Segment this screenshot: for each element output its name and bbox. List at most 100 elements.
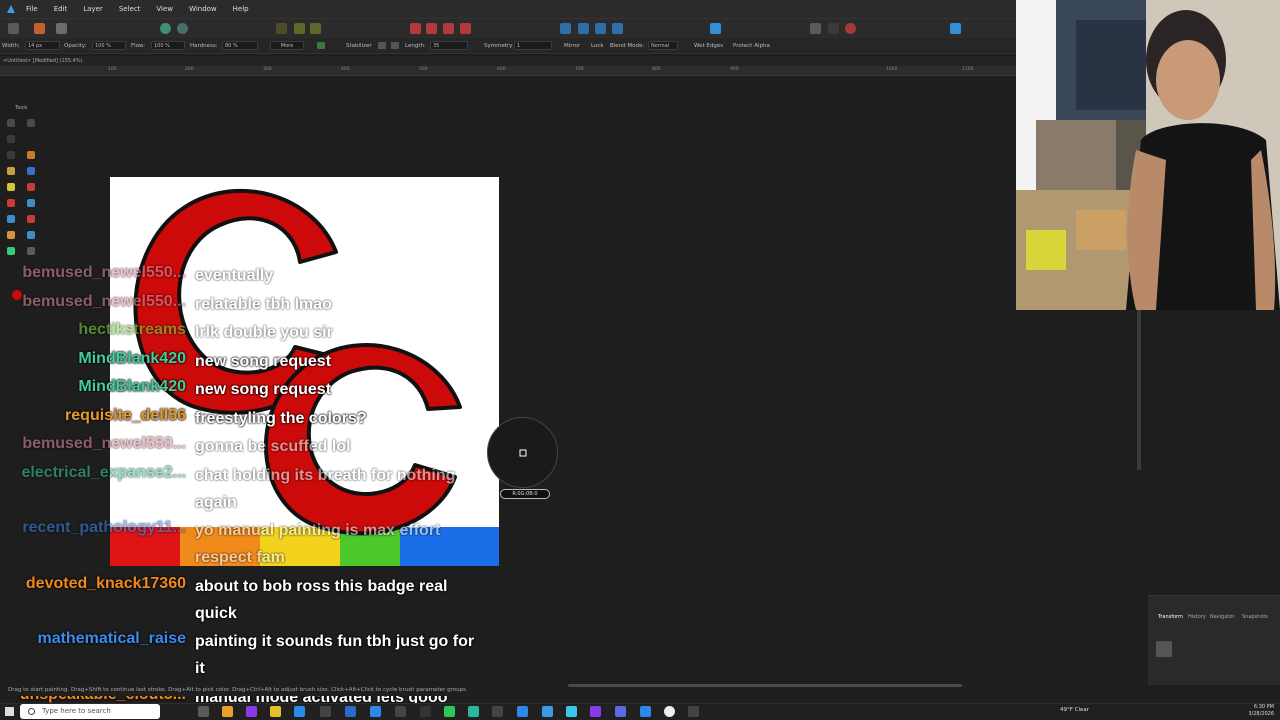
rotate-left-icon[interactable] <box>595 23 606 34</box>
symmetry-label[interactable]: Symmetry <box>484 43 513 49</box>
pixel-persona-icon[interactable] <box>34 23 45 34</box>
layer-down-icon[interactable] <box>443 23 454 34</box>
lock-label[interactable]: Lock <box>591 43 604 49</box>
protect-alpha-toggle[interactable]: Protect Alpha <box>733 43 770 49</box>
menu-window[interactable]: Window <box>189 5 217 13</box>
weather-widget[interactable]: 49°F Clear <box>1060 707 1089 713</box>
color-picker-icon[interactable] <box>27 247 35 255</box>
flip-v-icon[interactable] <box>578 23 589 34</box>
app-icon-4[interactable] <box>420 706 431 717</box>
anchor-icon[interactable] <box>1156 641 1172 657</box>
app-icon-5[interactable] <box>444 706 455 717</box>
chat-text: lrlk double you sir <box>195 324 333 341</box>
export-persona-icon[interactable] <box>56 23 67 34</box>
layer-up-icon[interactable] <box>426 23 437 34</box>
edge-icon[interactable] <box>294 706 305 717</box>
assistant-icon[interactable] <box>710 23 721 34</box>
tab-history[interactable]: History <box>1188 614 1206 620</box>
menu-help[interactable]: Help <box>233 5 249 13</box>
app-icon-12[interactable] <box>640 706 651 717</box>
move-tool-icon[interactable] <box>7 119 15 127</box>
app-icon-8[interactable] <box>517 706 528 717</box>
gear-icon[interactable] <box>177 23 188 34</box>
align-icon[interactable] <box>276 23 287 34</box>
clone-tool-icon[interactable] <box>7 231 15 239</box>
steam-icon[interactable] <box>688 706 699 717</box>
horizontal-scrollbar[interactable] <box>568 684 962 687</box>
task-view-icon[interactable] <box>198 706 209 717</box>
brush-icon[interactable] <box>317 42 325 49</box>
erase-tool-icon[interactable] <box>27 199 35 207</box>
tab-snapshots[interactable]: Snapshots <box>1242 614 1268 620</box>
discord-icon[interactable] <box>615 706 626 717</box>
app-icon-11[interactable] <box>590 706 601 717</box>
menu-select[interactable]: Select <box>119 5 141 13</box>
chat-text: about to bob ross this badge real quick <box>195 577 448 622</box>
menu-edit[interactable]: Edit <box>54 5 68 13</box>
more-button[interactable]: More <box>270 41 304 50</box>
taskbar-search[interactable]: Type here to search <box>20 704 160 719</box>
pen-tool-icon[interactable] <box>7 247 15 255</box>
vertical-scrollbar[interactable] <box>1137 310 1141 470</box>
ruler-tick-label: 1100 <box>962 67 974 72</box>
app-logo-icon[interactable] <box>4 2 18 16</box>
burn-tool-icon[interactable] <box>27 215 35 223</box>
folder-icon[interactable] <box>270 706 281 717</box>
wet-edges-toggle[interactable]: Wet Edges <box>694 43 723 49</box>
app-icon-9[interactable] <box>542 706 553 717</box>
chrome-icon[interactable] <box>222 706 233 717</box>
rotate-right-icon[interactable] <box>612 23 623 34</box>
start-icon[interactable] <box>5 707 14 716</box>
width-field[interactable]: 14 px <box>25 41 60 50</box>
view-mode-icon[interactable] <box>810 23 821 34</box>
app-icon-7[interactable] <box>492 706 503 717</box>
selection-brush-icon[interactable] <box>27 167 35 175</box>
app-icon-1[interactable] <box>345 706 356 717</box>
document-tab[interactable]: <Untitled> [Modified] (155.4%) <box>0 56 1016 66</box>
split-view-icon[interactable] <box>828 23 839 34</box>
stabilizer-rope-icon[interactable] <box>378 42 386 49</box>
menu-view[interactable]: View <box>156 5 173 13</box>
app-icon-2[interactable] <box>370 706 381 717</box>
studio-icon[interactable] <box>950 23 961 34</box>
pixel-tool-icon[interactable] <box>7 199 15 207</box>
dodge-tool-icon[interactable] <box>7 215 15 223</box>
mirror-label[interactable]: Mirror <box>564 43 580 49</box>
app-icon-3[interactable] <box>395 706 406 717</box>
persona-icon[interactable] <box>8 23 19 34</box>
snap-icon[interactable] <box>310 23 321 34</box>
record-icon[interactable] <box>845 23 856 34</box>
tab-transform[interactable]: Transform <box>1158 614 1183 620</box>
app-icon-6[interactable] <box>468 706 479 717</box>
system-tray[interactable]: 6:30 PM 3/28/2026 <box>1248 704 1274 718</box>
settings-icon[interactable] <box>160 23 171 34</box>
fill-tool-icon[interactable] <box>7 183 15 191</box>
length-field[interactable]: 35 <box>430 41 468 50</box>
flip-h-icon[interactable] <box>560 23 571 34</box>
layer-back-icon[interactable] <box>460 23 471 34</box>
app-icon-13[interactable] <box>664 706 675 717</box>
stabilizer-window-icon[interactable] <box>391 42 399 49</box>
paint-brush-icon[interactable] <box>27 183 35 191</box>
lasso-tool-icon[interactable] <box>27 151 35 159</box>
app-icon-10[interactable] <box>566 706 577 717</box>
stabilizer-label[interactable]: Stabilizer <box>346 43 372 49</box>
flood-tool-icon[interactable] <box>7 167 15 175</box>
obs-icon[interactable] <box>320 706 331 717</box>
twitch-icon[interactable] <box>246 706 257 717</box>
hardness-field[interactable]: 80 % <box>222 41 258 50</box>
select-tool-icon[interactable] <box>7 135 15 143</box>
menu-file[interactable]: File <box>26 5 38 13</box>
crop-tool-icon[interactable] <box>7 151 15 159</box>
arrange-icon[interactable] <box>410 23 421 34</box>
marquee-tool-icon[interactable] <box>27 119 35 127</box>
tab-navigator[interactable]: Navigator <box>1210 614 1234 620</box>
symmetry-field[interactable]: 1 <box>514 41 552 50</box>
opacity-field[interactable]: 100 % <box>92 41 126 50</box>
grid-icon[interactable] <box>294 23 305 34</box>
chat-username: recent_pathology11... <box>22 519 186 536</box>
menu-layer[interactable]: Layer <box>83 5 103 13</box>
blend-mode-select[interactable]: Normal <box>648 41 678 50</box>
blur-tool-icon[interactable] <box>27 231 35 239</box>
flow-field[interactable]: 100 % <box>151 41 185 50</box>
